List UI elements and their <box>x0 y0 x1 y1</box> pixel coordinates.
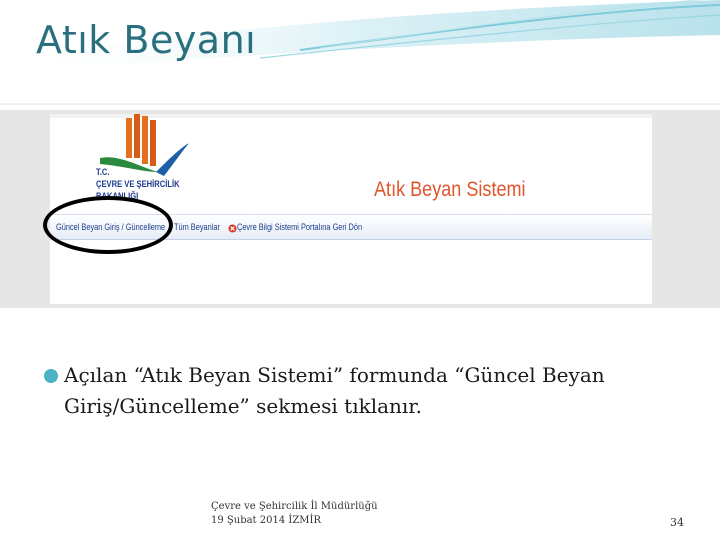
system-title: Atık Beyan Sistemi <box>374 178 526 201</box>
bullet-icon <box>44 369 58 383</box>
nav-item-portal-return[interactable]: Çevre Bilgi Sistemi Portalına Geri Dön <box>237 222 362 232</box>
slide-title: Atık Beyanı <box>36 18 257 62</box>
footer: Çevre ve Şehircilik İl Müdürlüğü 19 Şuba… <box>211 500 378 528</box>
footer-date: 19 Şubat 2014 İZMİR <box>211 515 321 526</box>
bullet-text: Açılan “Atık Beyan Sistemi” formunda “Gü… <box>64 363 605 418</box>
page-number: 34 <box>670 516 684 529</box>
portal-icon <box>228 224 237 233</box>
highlight-circle <box>43 196 173 254</box>
nav-item-tum-beyanlar[interactable]: Tüm Beyanlar <box>174 222 220 232</box>
footer-org: Çevre ve Şehircilik İl Müdürlüğü <box>211 501 378 512</box>
